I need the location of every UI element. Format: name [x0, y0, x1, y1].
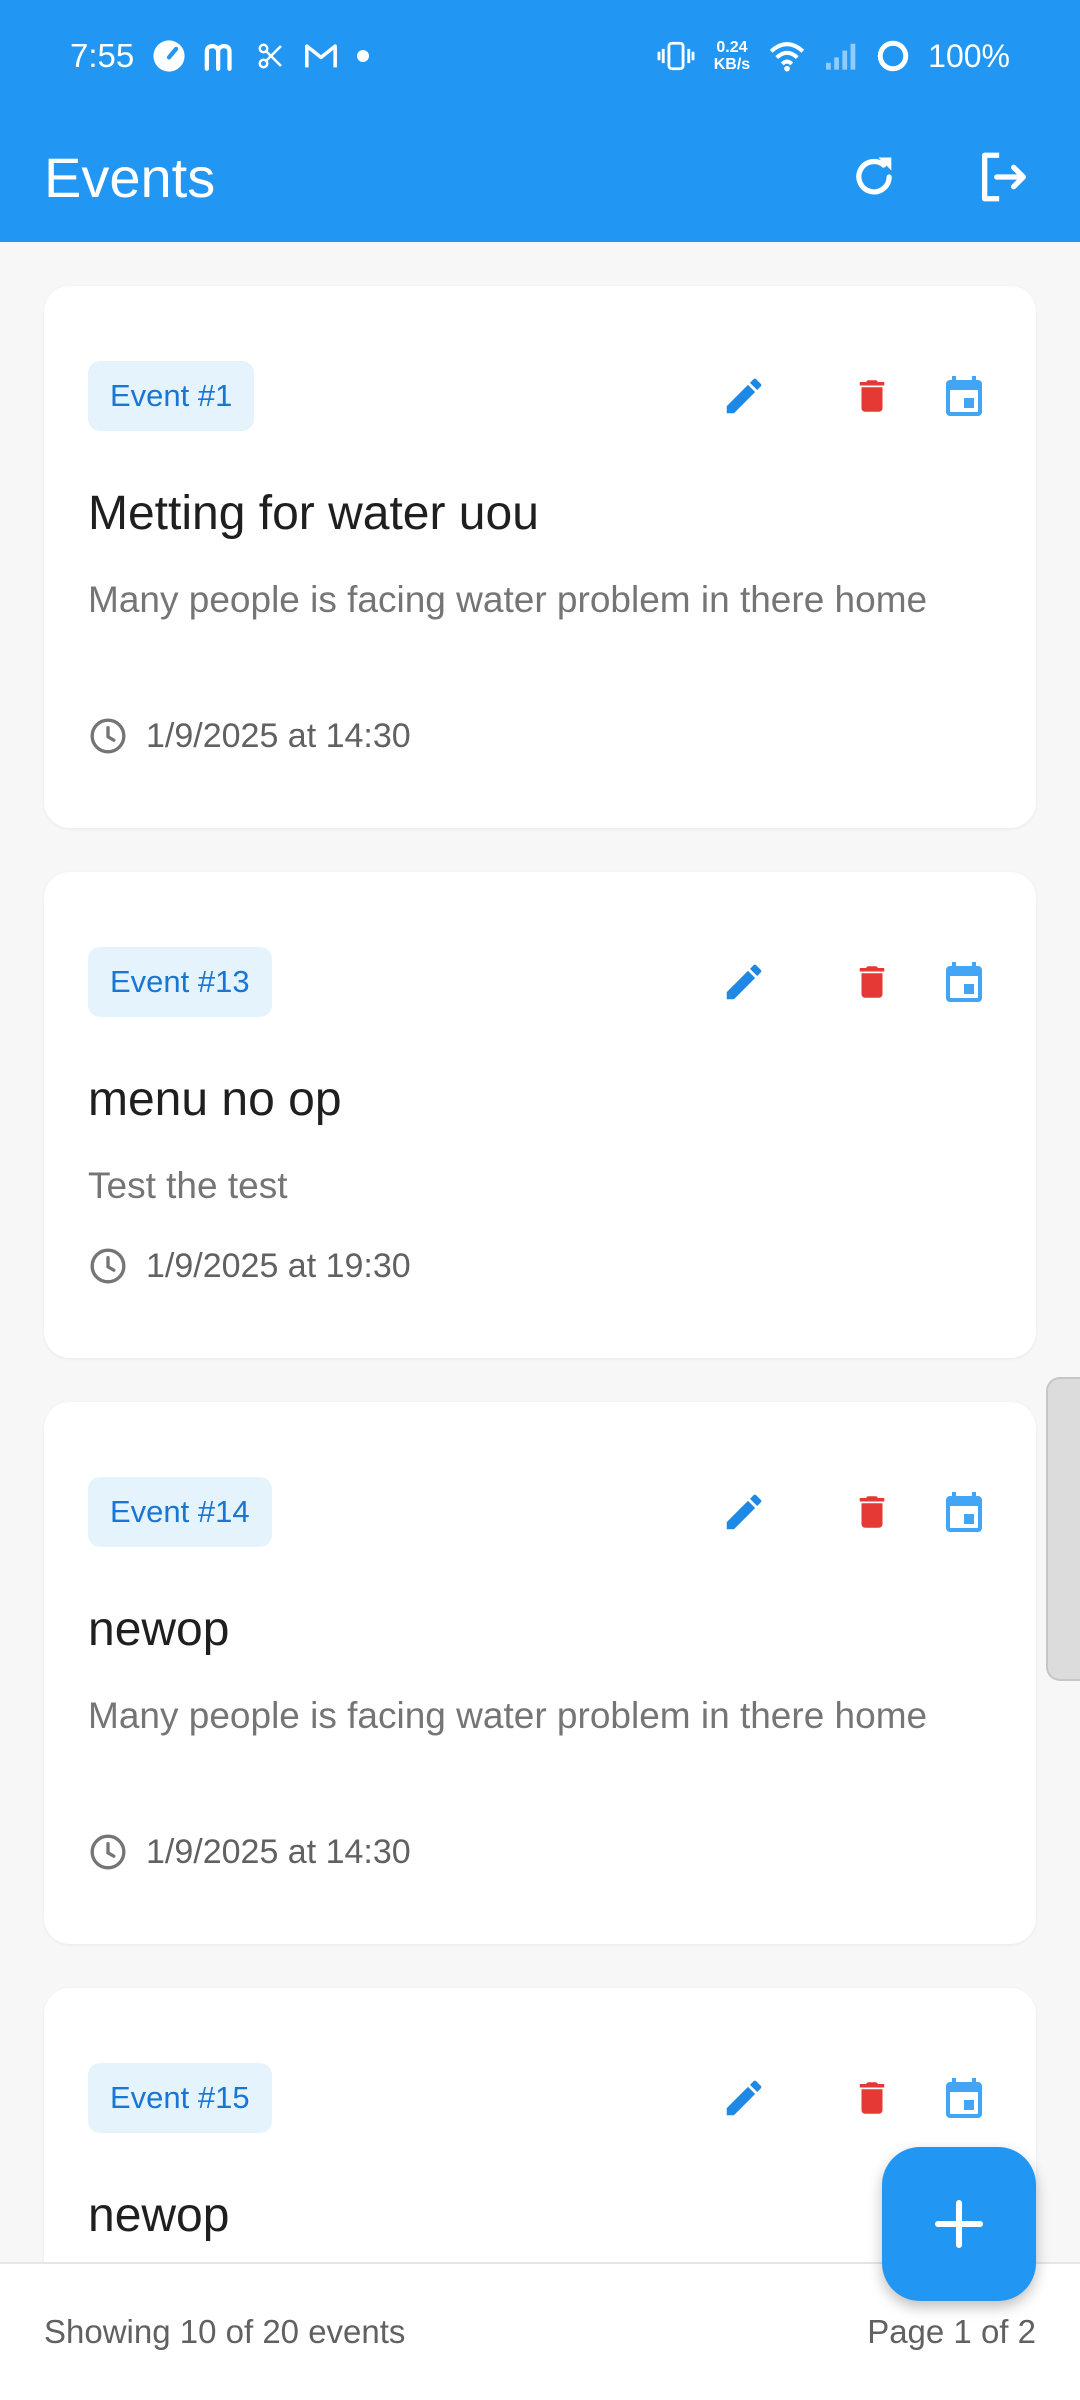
event-datetime: 1/9/2025 at 14:30 [88, 1832, 411, 1872]
speedometer-icon [152, 39, 186, 73]
event-description: Many people is facing water problem in t… [88, 579, 928, 620]
toolbar: Events [0, 112, 1080, 242]
net-speed-value: 0.24 [716, 39, 748, 56]
battery-percent: 100% [928, 37, 1010, 74]
vibrate-icon [656, 39, 696, 73]
net-speed-unit: KB/s [713, 56, 751, 73]
event-card[interactable]: Event #14 newop Many people is facing wa… [44, 1402, 1036, 1944]
event-description: Test the test [88, 1165, 288, 1206]
trash-icon [859, 2082, 885, 2114]
event-card[interactable]: Event #1 Metting for water uou Many peop… [44, 286, 1036, 828]
scrollbar-thumb[interactable] [1046, 1377, 1080, 1681]
event-datetime: 1/9/2025 at 19:30 [88, 1246, 411, 1286]
events-list[interactable]: Event #1 Metting for water uou Many peop… [0, 242, 1080, 2262]
plus-icon [934, 2199, 984, 2249]
delete-event-button[interactable] [844, 1484, 900, 1540]
delete-event-button[interactable] [844, 2070, 900, 2126]
refresh-icon [856, 157, 892, 195]
event-datetime-text: 1/9/2025 at 19:30 [146, 1246, 411, 1285]
event-title: newop [88, 2189, 230, 2242]
event-card[interactable]: Event #13 menu no op Test the test 1/9/2… [44, 872, 1036, 1358]
wifi-icon [768, 40, 806, 72]
status-bar: 7:55 0.24 KB/s 100% [0, 0, 1080, 112]
messenger-m-icon [204, 41, 238, 71]
logout-button[interactable] [972, 145, 1036, 209]
event-number-badge: Event #14 [88, 1477, 272, 1547]
event-number-badge: Event #13 [88, 947, 272, 1017]
app-bar: 7:55 0.24 KB/s 100% Events [0, 0, 1080, 242]
calendar-icon [946, 2078, 982, 2118]
add-to-calendar-button[interactable] [936, 2070, 992, 2126]
trash-icon [859, 1496, 885, 1528]
add-event-button[interactable] [882, 2147, 1036, 2301]
clock-icon [90, 718, 126, 754]
calendar-icon [946, 962, 982, 1002]
showing-count: Showing 10 of 20 events [44, 2313, 406, 2350]
cellular-signal-icon [824, 41, 858, 71]
event-title: menu no op [88, 1073, 342, 1126]
trash-icon [859, 380, 885, 412]
pencil-icon [726, 1494, 762, 1530]
pencil-icon [726, 964, 762, 1000]
clock-icon [90, 1834, 126, 1870]
event-title: Metting for water uou [88, 487, 539, 540]
calendar-icon [946, 376, 982, 416]
edit-event-button[interactable] [716, 2070, 772, 2126]
calendar-icon [946, 1492, 982, 1532]
page-indicator: Page 1 of 2 [867, 2313, 1036, 2350]
trash-icon [859, 966, 885, 998]
event-datetime: 1/9/2025 at 14:30 [88, 716, 411, 756]
battery-ring-icon [876, 39, 910, 73]
notification-dot-icon [356, 49, 370, 63]
pencil-icon [726, 2080, 762, 2116]
event-datetime-text: 1/9/2025 at 14:30 [146, 1832, 411, 1871]
edit-event-button[interactable] [716, 1484, 772, 1540]
add-to-calendar-button[interactable] [936, 1484, 992, 1540]
clock-icon [90, 1248, 126, 1284]
logout-icon [982, 152, 1026, 202]
event-number-badge: Event #1 [88, 361, 255, 431]
event-number-badge: Event #15 [88, 2063, 272, 2133]
gmail-icon [304, 42, 338, 70]
scissors-icon [256, 41, 286, 71]
event-description: Many people is facing water problem in t… [88, 1695, 928, 1736]
event-datetime-text: 1/9/2025 at 14:30 [146, 716, 411, 755]
edit-event-button[interactable] [716, 368, 772, 424]
event-title: newop [88, 1603, 230, 1656]
pencil-icon [726, 378, 762, 414]
page-title: Events [44, 145, 216, 209]
refresh-button[interactable] [842, 145, 906, 209]
add-to-calendar-button[interactable] [936, 368, 992, 424]
add-to-calendar-button[interactable] [936, 954, 992, 1010]
status-time: 7:55 [70, 37, 135, 74]
delete-event-button[interactable] [844, 368, 900, 424]
edit-event-button[interactable] [716, 954, 772, 1010]
delete-event-button[interactable] [844, 954, 900, 1010]
net-speed: 0.24 KB/s [714, 39, 750, 73]
